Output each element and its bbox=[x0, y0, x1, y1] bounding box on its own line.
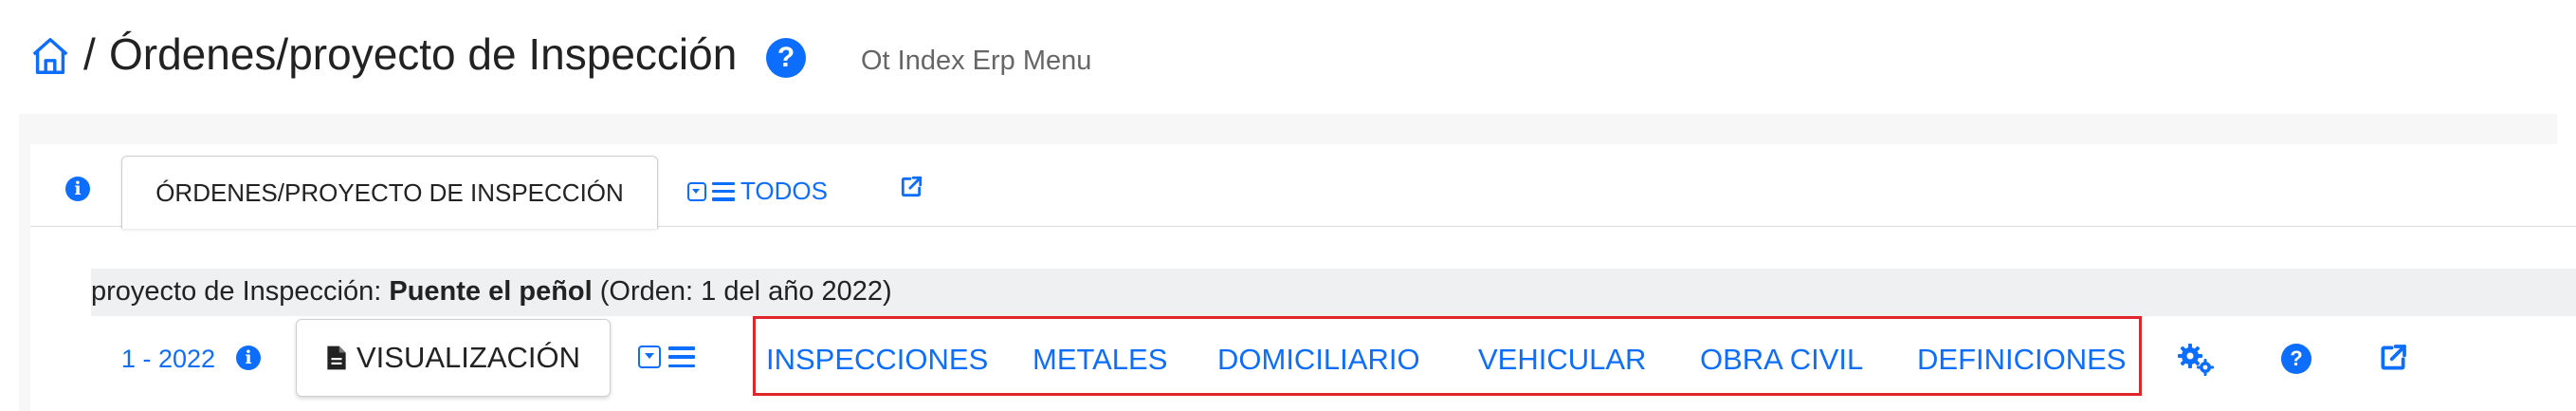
info-glyph: i bbox=[245, 347, 252, 368]
project-order: (Orden: 1 del año 2022) bbox=[599, 276, 892, 307]
page-title: Órdenes/proyecto de Inspección bbox=[109, 29, 738, 79]
home-icon[interactable] bbox=[28, 34, 72, 78]
project-info: proyecto de Inspección: Puente el peñol … bbox=[91, 276, 892, 308]
external-link-icon[interactable] bbox=[899, 175, 923, 199]
todos-dropdown[interactable]: TODOS bbox=[687, 177, 828, 206]
nav-link-obra-civil[interactable]: OBRA CIVIL bbox=[1700, 343, 1863, 377]
todos-label: TODOS bbox=[740, 177, 828, 205]
nav-help-icon[interactable]: ? bbox=[2281, 344, 2311, 374]
page-subtitle: Ot Index Erp Menu bbox=[861, 46, 1092, 76]
bars-icon bbox=[712, 181, 735, 201]
order-info-icon[interactable]: i bbox=[236, 346, 261, 370]
tab-label: ÓRDENES/PROYECTO DE INSPECCIÓN bbox=[155, 177, 624, 207]
nav-link-inspecciones[interactable]: INSPECCIONES bbox=[766, 343, 988, 377]
tab-ordenes-proyecto[interactable]: ÓRDENES/PROYECTO DE INSPECCIÓN bbox=[121, 156, 658, 229]
nav-link-metales[interactable]: METALES bbox=[1032, 343, 1167, 377]
visualize-button[interactable]: VISUALIZACIÓN bbox=[296, 319, 611, 397]
breadcrumb-separator: / bbox=[83, 29, 96, 79]
menu-dropdown[interactable] bbox=[638, 346, 695, 368]
project-name: Puente el peñol bbox=[389, 276, 593, 307]
help-glyph: ? bbox=[2290, 346, 2303, 370]
caret-square-down-icon bbox=[638, 346, 661, 368]
cogs-icon[interactable] bbox=[2177, 344, 2215, 381]
info-icon[interactable]: i bbox=[65, 177, 90, 201]
caret-square-down-icon bbox=[687, 181, 706, 201]
help-glyph: ? bbox=[776, 42, 795, 73]
bars-icon bbox=[668, 346, 695, 367]
help-icon[interactable]: ? bbox=[766, 38, 806, 78]
nav-link-vehicular[interactable]: VEHICULAR bbox=[1478, 343, 1646, 377]
nav-link-domiciliario[interactable]: DOMICILIARIO bbox=[1217, 343, 1420, 377]
visualize-label: VISUALIZACIÓN bbox=[356, 341, 580, 374]
order-id-link[interactable]: 1 - 2022 bbox=[121, 345, 215, 374]
info-glyph: i bbox=[74, 178, 82, 199]
nav-link-definiciones[interactable]: DEFINICIONES bbox=[1917, 343, 2126, 377]
nav-external-link-icon[interactable] bbox=[2378, 343, 2408, 373]
project-prefix: proyecto de Inspección: bbox=[91, 276, 382, 307]
file-icon bbox=[327, 346, 346, 370]
